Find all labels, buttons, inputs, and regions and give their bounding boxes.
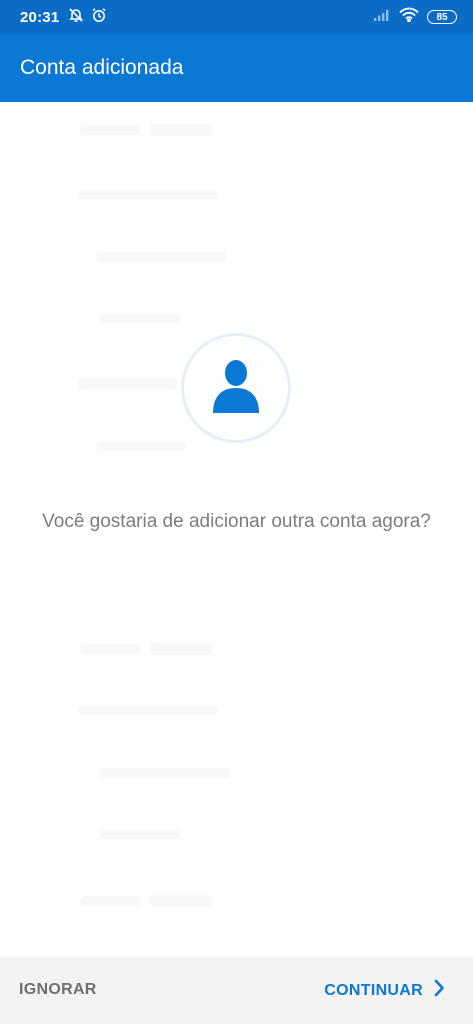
person-icon	[212, 358, 260, 419]
status-left-icons	[68, 7, 107, 28]
app-bar: Conta adicionada	[0, 34, 473, 102]
page-title: Conta adicionada	[20, 56, 184, 79]
status-time: 20:31	[20, 8, 60, 26]
wifi-icon	[399, 7, 419, 27]
battery-icon: 85	[427, 10, 457, 24]
avatar	[181, 333, 291, 443]
chevron-right-icon	[433, 979, 445, 1002]
signal-icon	[373, 8, 391, 27]
status-bar: 20:31 85	[0, 0, 473, 34]
bottom-action-bar: IGNORAR CONTINUAR	[0, 957, 473, 1024]
status-right-icons: 85	[373, 7, 457, 27]
add-account-prompt: Você gostaria de adicionar outra conta a…	[42, 511, 431, 532]
continue-button[interactable]: CONTINUAR	[324, 979, 445, 1002]
content-area: Você gostaria de adicionar outra conta a…	[0, 102, 473, 957]
continue-button-label: CONTINUAR	[324, 981, 423, 999]
ignore-button[interactable]: IGNORAR	[19, 981, 97, 999]
notifications-muted-icon	[68, 7, 84, 28]
alarm-icon	[91, 7, 107, 28]
